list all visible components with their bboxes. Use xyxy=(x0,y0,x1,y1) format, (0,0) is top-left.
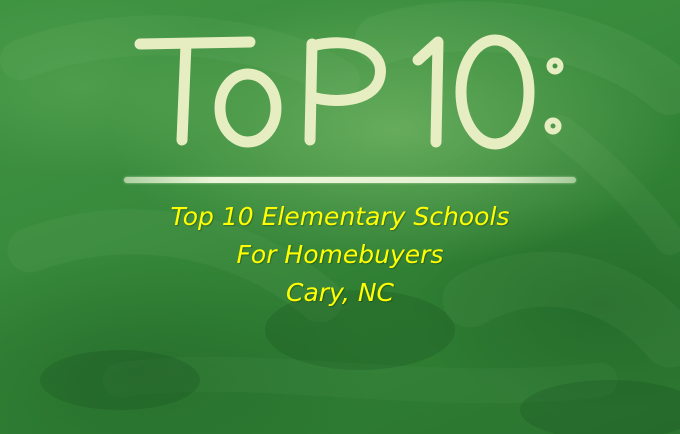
chalkboard-image: Top 10 Elementary Schools For Homebuyers… xyxy=(0,0,680,434)
top-10-chalk-heading xyxy=(134,34,564,150)
caption-line-title: Top 10 Elementary Schools xyxy=(170,202,510,231)
caption-text: Top 10 Elementary Schools For Homebuyers… xyxy=(90,198,590,312)
chalk-underline xyxy=(124,177,576,183)
caption-line-location: Cary, NC xyxy=(286,278,394,307)
caption-line-audience: For Homebuyers xyxy=(236,240,444,269)
